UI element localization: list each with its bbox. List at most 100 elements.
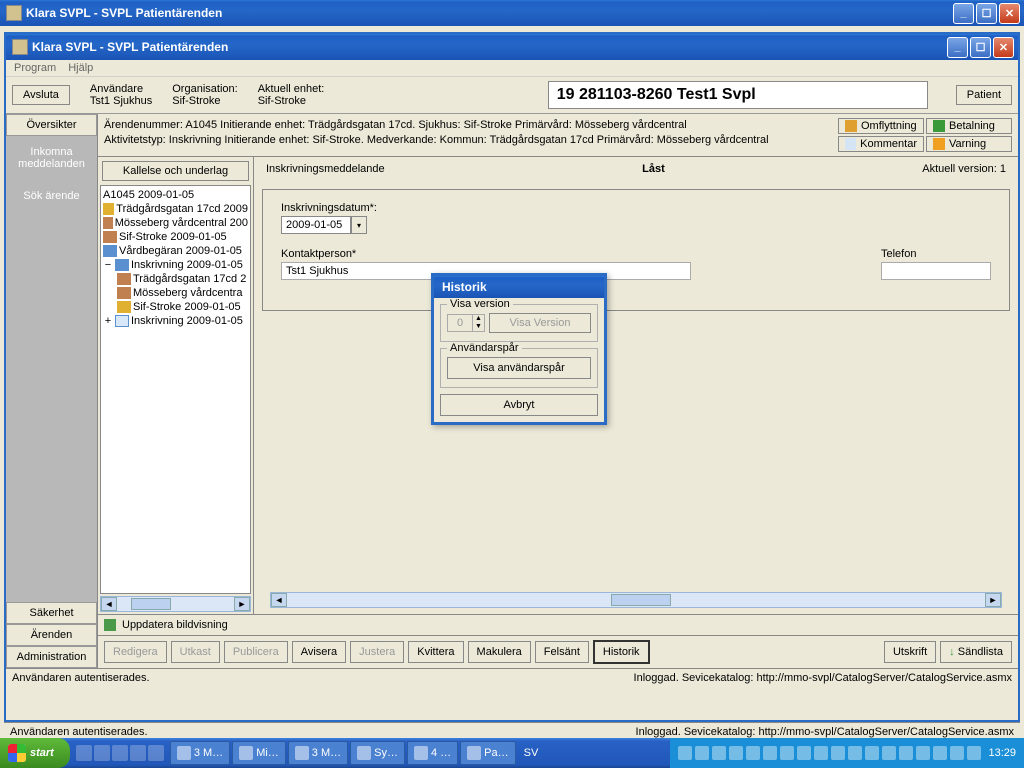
tree-item[interactable]: Mösseberg vårdcentral 200 [103, 216, 248, 230]
tree-item[interactable]: Sif-Stroke 2009-01-05 [103, 230, 248, 244]
dialog-titlebar[interactable]: Historik [434, 276, 604, 298]
scroll-thumb[interactable] [131, 598, 171, 610]
taskbar-item[interactable]: Pa… [460, 741, 515, 765]
maximize-icon[interactable]: ☐ [976, 3, 997, 24]
tray-icon[interactable] [899, 746, 913, 760]
version-spinner[interactable]: ▲▼ [447, 314, 485, 332]
nav-arenden[interactable]: Ärenden [6, 624, 97, 646]
tree-root[interactable]: A1045 2009-01-05 [103, 188, 248, 202]
redigera-button[interactable]: Redigera [104, 641, 167, 663]
tree-item[interactable]: Trädgårdsgatan 17cd 2 [103, 272, 248, 286]
ql-icon[interactable] [94, 745, 110, 761]
tray-icon[interactable] [848, 746, 862, 760]
varning-button[interactable]: Varning [926, 136, 1012, 152]
uppdatera-link[interactable]: Uppdatera bildvisning [122, 619, 228, 631]
close-icon[interactable]: ✕ [993, 37, 1014, 58]
makulera-button[interactable]: Makulera [468, 641, 531, 663]
taskbar-item[interactable]: 4 … [407, 741, 458, 765]
kallelse-button[interactable]: Kallelse och underlag [102, 161, 249, 181]
date-dropdown-icon[interactable]: ▾ [351, 216, 367, 234]
utkast-button[interactable]: Utkast [171, 641, 220, 663]
outer-titlebar[interactable]: Klara SVPL - SVPL Patientärenden _ ☐ ✕ [0, 0, 1024, 26]
tray-icon[interactable] [865, 746, 879, 760]
publicera-button[interactable]: Publicera [224, 641, 288, 663]
telefon-input[interactable] [881, 262, 991, 280]
case-tree[interactable]: A1045 2009-01-05 Trädgårdsgatan 17cd 200… [100, 185, 251, 594]
tray-icon[interactable] [780, 746, 794, 760]
tray-icon[interactable] [678, 746, 692, 760]
tray-icon[interactable] [712, 746, 726, 760]
clock[interactable]: 13:29 [988, 747, 1016, 759]
scroll-left-icon[interactable]: ◄ [101, 597, 117, 611]
avsluta-button[interactable]: Avsluta [12, 85, 70, 105]
maximize-icon[interactable]: ☐ [970, 37, 991, 58]
tree-item[interactable]: Mösseberg vårdcentra [103, 286, 248, 300]
scroll-thumb[interactable] [611, 594, 671, 606]
taskbar-item[interactable]: Sy… [350, 741, 405, 765]
menu-hjalp[interactable]: Hjälp [68, 62, 93, 74]
taskbar-item[interactable]: 3 M… [170, 741, 230, 765]
tree-item[interactable]: +Inskrivning 2009-01-05 [103, 314, 248, 328]
spin-down-icon[interactable]: ▼ [472, 323, 484, 331]
tree-item[interactable]: Vårdbegäran 2009-01-05 [103, 244, 248, 258]
nav-admin[interactable]: Administration [6, 646, 97, 668]
start-button[interactable]: start [0, 738, 70, 768]
minimize-icon[interactable]: _ [947, 37, 968, 58]
lang-indicator[interactable]: SV [524, 747, 539, 759]
tray-icon[interactable] [763, 746, 777, 760]
nav-oversikter[interactable]: Översikter [6, 114, 97, 136]
visa-anvandarspar-button[interactable]: Visa användarspår [447, 357, 591, 379]
kommentar-button[interactable]: Kommentar [838, 136, 924, 152]
tray-icon[interactable] [831, 746, 845, 760]
menu-program[interactable]: Program [14, 62, 56, 74]
tree-hscroll[interactable]: ◄ ► [100, 596, 251, 612]
visa-version-button[interactable]: Visa Version [489, 313, 591, 333]
tray-icon[interactable] [916, 746, 930, 760]
scroll-right-icon[interactable]: ► [985, 593, 1001, 607]
tree-item[interactable]: −Inskrivning 2009-01-05 [103, 258, 248, 272]
scroll-right-icon[interactable]: ► [234, 597, 250, 611]
ql-icon[interactable] [112, 745, 128, 761]
ql-icon[interactable] [148, 745, 164, 761]
taskbar-item[interactable]: 3 M… [288, 741, 348, 765]
tray-icon[interactable] [882, 746, 896, 760]
tray-icon[interactable] [967, 746, 981, 760]
tray-icon[interactable] [729, 746, 743, 760]
nav-sakerhet[interactable]: Säkerhet [6, 602, 97, 624]
version-spin-input[interactable] [448, 315, 472, 331]
sandlista-button[interactable]: ↓ Sändlista [940, 641, 1012, 663]
nav-sok[interactable]: Sök ärende [6, 180, 97, 212]
tree-item[interactable]: Sif-Stroke 2009-01-05 [103, 300, 248, 314]
justera-button[interactable]: Justera [350, 641, 404, 663]
tray-icon[interactable] [746, 746, 760, 760]
avisera-button[interactable]: Avisera [292, 641, 346, 663]
omflyttning-button[interactable]: Omflyttning [838, 118, 924, 134]
kvittera-button[interactable]: Kvittera [408, 641, 463, 663]
patient-button[interactable]: Patient [956, 85, 1012, 105]
avbryt-button[interactable]: Avbryt [440, 394, 598, 416]
taskbar-item[interactable]: Mi… [232, 741, 286, 765]
ql-icon[interactable] [76, 745, 92, 761]
close-icon[interactable]: ✕ [999, 3, 1020, 24]
tray-icon[interactable] [695, 746, 709, 760]
spin-up-icon[interactable]: ▲ [472, 315, 484, 323]
form-fieldset: Inskrivningsdatum*: 2009-01-05 ▾ Kontakt… [262, 189, 1010, 311]
historik-button[interactable]: Historik [593, 640, 650, 664]
scroll-left-icon[interactable]: ◄ [271, 593, 287, 607]
tree-item[interactable]: Trädgårdsgatan 17cd 2009 [103, 202, 248, 216]
top-toolbar: Avsluta Användare Tst1 Sjukhus Organisat… [6, 77, 1018, 114]
form-hscroll[interactable]: ◄ ► [270, 592, 1002, 608]
inner-titlebar[interactable]: Klara SVPL - SVPL Patientärenden _ ☐ ✕ [6, 34, 1018, 60]
felsant-button[interactable]: Felsänt [535, 641, 589, 663]
tray-icon[interactable] [797, 746, 811, 760]
betalning-button[interactable]: Betalning [926, 118, 1012, 134]
tray-icon[interactable] [814, 746, 828, 760]
ql-icon[interactable] [130, 745, 146, 761]
nav-inkomna[interactable]: Inkomna meddelanden [6, 136, 97, 180]
utskrift-button[interactable]: Utskrift [884, 641, 936, 663]
tray-icon[interactable] [933, 746, 947, 760]
insk-date-input[interactable]: 2009-01-05 [281, 216, 351, 234]
tray-icon[interactable] [950, 746, 964, 760]
minimize-icon[interactable]: _ [953, 3, 974, 24]
unit-value: Sif-Stroke [258, 95, 325, 107]
